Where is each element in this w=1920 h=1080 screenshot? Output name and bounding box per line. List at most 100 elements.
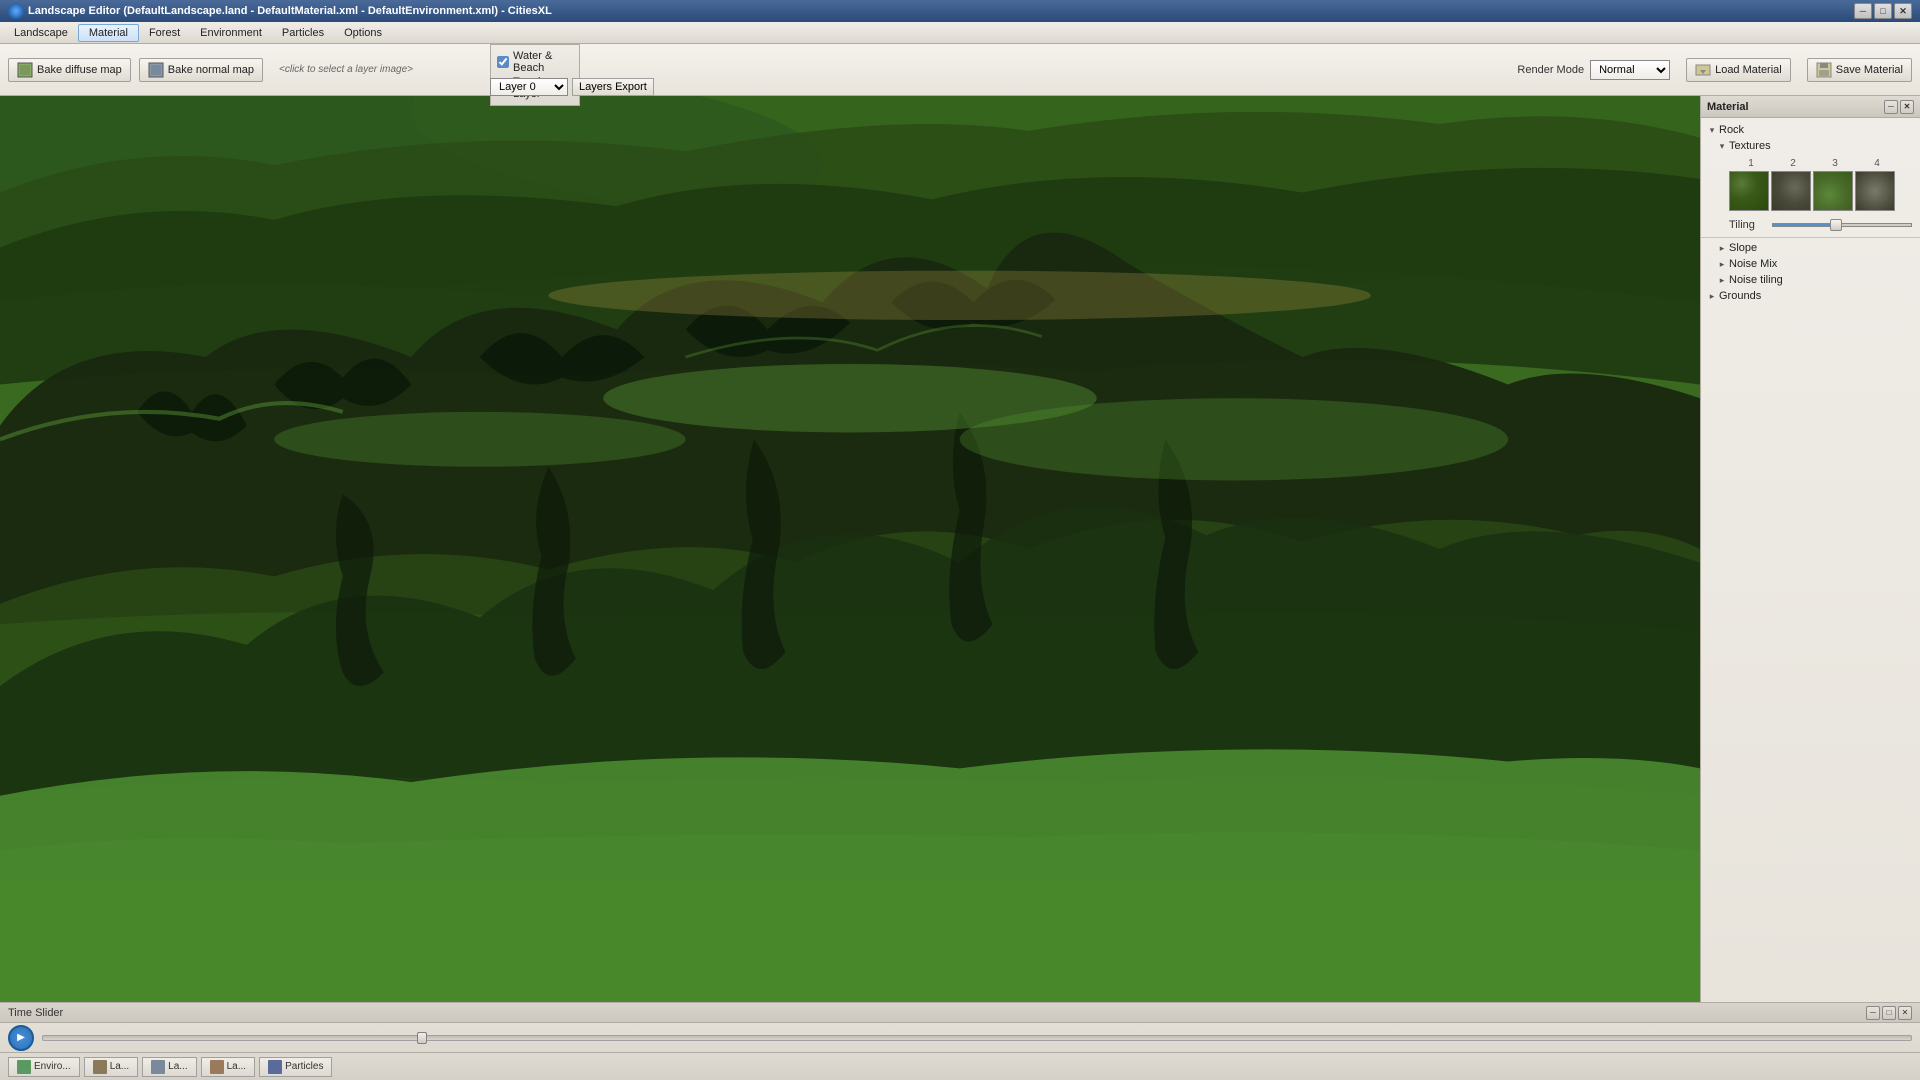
time-slider-content: ▶ [0, 1023, 1920, 1052]
footer-btn-3[interactable]: La... [142, 1057, 196, 1077]
menu-environment[interactable]: Environment [190, 25, 272, 41]
minimize-button[interactable]: ─ [1854, 3, 1872, 19]
load-material-icon [1695, 62, 1711, 78]
water-beach-panel: Water & Beach Terrain Layer [490, 44, 580, 106]
time-slider-close-button[interactable]: ✕ [1898, 1006, 1912, 1020]
app-icon [8, 3, 24, 19]
tiling-row: Tiling [1701, 215, 1920, 235]
tiling-label: Tiling [1729, 219, 1764, 231]
panel-header-controls: ─ ✕ [1884, 100, 1914, 114]
load-material-label: Load Material [1715, 64, 1782, 76]
bake-diffuse-icon [17, 62, 33, 78]
click-to-select-label: <click to select a layer image> [279, 64, 413, 75]
panel-content: Rock Textures 1 2 3 4 [1701, 118, 1920, 1002]
play-button[interactable]: ▶ [8, 1025, 34, 1051]
time-slider-pin-button[interactable]: ─ [1866, 1006, 1880, 1020]
landscape-background [0, 96, 1700, 1002]
tree-textures-item[interactable]: Textures [1701, 138, 1920, 154]
textures-label: Textures [1729, 140, 1916, 152]
titlebar: Landscape Editor (DefaultLandscape.land … [0, 0, 1920, 22]
footer-btn-4[interactable]: La... [201, 1057, 255, 1077]
menu-options[interactable]: Options [334, 25, 392, 41]
titlebar-left: Landscape Editor (DefaultLandscape.land … [8, 3, 552, 19]
tex-col-2: 2 [1773, 158, 1813, 169]
toolbar-click-select: <click to select a layer image> [279, 64, 413, 75]
time-slider-title: Time Slider [8, 1007, 63, 1019]
panel-header: Material ─ ✕ [1701, 96, 1920, 118]
footer-icon-4 [210, 1060, 224, 1074]
texture-thumb-3[interactable] [1813, 171, 1853, 211]
enviro-icon [17, 1060, 31, 1074]
tex-col-4: 4 [1857, 158, 1897, 169]
time-slider-header: Time Slider ─ □ ✕ [0, 1003, 1920, 1023]
footer-btn-3-label: La... [168, 1061, 187, 1072]
viewport[interactable] [0, 96, 1700, 1002]
rock-expand-arrow [1705, 125, 1719, 136]
toolbar-bake-group: Bake diffuse map Bake normal map [8, 58, 263, 82]
tex-thumbnails-row [1729, 171, 1912, 211]
grounds-expand-arrow [1705, 291, 1719, 302]
panel-pin-button[interactable]: ─ [1884, 100, 1898, 114]
water-beach-item: Water & Beach [497, 49, 573, 75]
menu-material[interactable]: Material [78, 24, 139, 42]
menu-forest[interactable]: Forest [139, 25, 190, 41]
noise-tiling-label: Noise tiling [1729, 274, 1916, 286]
texture-thumb-1[interactable] [1729, 171, 1769, 211]
time-slider-header-controls: ─ □ ✕ [1866, 1006, 1912, 1020]
tree-rock-item[interactable]: Rock [1701, 122, 1920, 138]
render-mode-label: Render Mode [1517, 64, 1584, 76]
enviro-label: Enviro... [34, 1061, 71, 1072]
particles-icon [268, 1060, 282, 1074]
play-icon: ▶ [17, 1032, 25, 1043]
footer-btn-2[interactable]: La... [84, 1057, 138, 1077]
render-mode-select[interactable]: Normal Wireframe Solid [1590, 60, 1670, 80]
enviro-button[interactable]: Enviro... [8, 1057, 80, 1077]
footer-btn-2-label: La... [110, 1061, 129, 1072]
panel-title: Material [1707, 101, 1749, 113]
bake-normal-label: Bake normal map [168, 64, 254, 76]
particles-button[interactable]: Particles [259, 1057, 332, 1077]
tree-noise-mix-item[interactable]: Noise Mix [1701, 256, 1920, 272]
grounds-label: Grounds [1719, 290, 1916, 302]
noise-tiling-expand-arrow [1715, 275, 1729, 286]
texture-thumb-4[interactable] [1855, 171, 1895, 211]
panel-close-button[interactable]: ✕ [1900, 100, 1914, 114]
footer-icon-2 [93, 1060, 107, 1074]
water-beach-label: Water & Beach [513, 50, 573, 74]
layer-select[interactable]: Layer 0 Layer 1 Layer 2 Layer 3 [490, 78, 568, 96]
tree-slope-item[interactable]: Slope [1701, 240, 1920, 256]
menu-landscape[interactable]: Landscape [4, 25, 78, 41]
tex-col-3: 3 [1815, 158, 1855, 169]
particles-label: Particles [285, 1061, 323, 1072]
footer-btn-4-label: La... [227, 1061, 246, 1072]
save-material-icon [1816, 62, 1832, 78]
titlebar-controls[interactable]: ─ □ ✕ [1854, 3, 1912, 19]
noise-mix-expand-arrow [1715, 259, 1729, 270]
maximize-button[interactable]: □ [1874, 3, 1892, 19]
time-slider-restore-button[interactable]: □ [1882, 1006, 1896, 1020]
save-material-button[interactable]: Save Material [1807, 58, 1912, 82]
tree-noise-tiling-item[interactable]: Noise tiling [1701, 272, 1920, 288]
load-material-button[interactable]: Load Material [1686, 58, 1791, 82]
menu-particles[interactable]: Particles [272, 25, 334, 41]
slope-expand-arrow [1715, 243, 1729, 254]
slope-label: Slope [1729, 242, 1916, 254]
texture-thumb-2[interactable] [1771, 171, 1811, 211]
noise-mix-label: Noise Mix [1729, 258, 1916, 270]
tree-grounds-item[interactable]: Grounds [1701, 288, 1920, 304]
tex-col-headers: 1 2 3 4 [1729, 158, 1912, 169]
layers-export-button[interactable]: Layers Export [572, 78, 654, 96]
tiling-slider[interactable] [1772, 223, 1912, 227]
bake-diffuse-button[interactable]: Bake diffuse map [8, 58, 131, 82]
time-track[interactable] [42, 1035, 1912, 1041]
bake-normal-icon [148, 62, 164, 78]
footer-buttons: Enviro... La... La... La... Particles [0, 1052, 1920, 1080]
save-material-label: Save Material [1836, 64, 1903, 76]
bottom-panel: Time Slider ─ □ ✕ ▶ [0, 1002, 1920, 1052]
main-area: Material ─ ✕ Rock Textures 1 2 [0, 96, 1920, 1002]
close-button[interactable]: ✕ [1894, 3, 1912, 19]
time-thumb[interactable] [417, 1032, 427, 1044]
bake-normal-button[interactable]: Bake normal map [139, 58, 263, 82]
water-beach-checkbox[interactable] [497, 56, 509, 68]
render-mode-group: Render Mode Normal Wireframe Solid [1517, 60, 1670, 80]
